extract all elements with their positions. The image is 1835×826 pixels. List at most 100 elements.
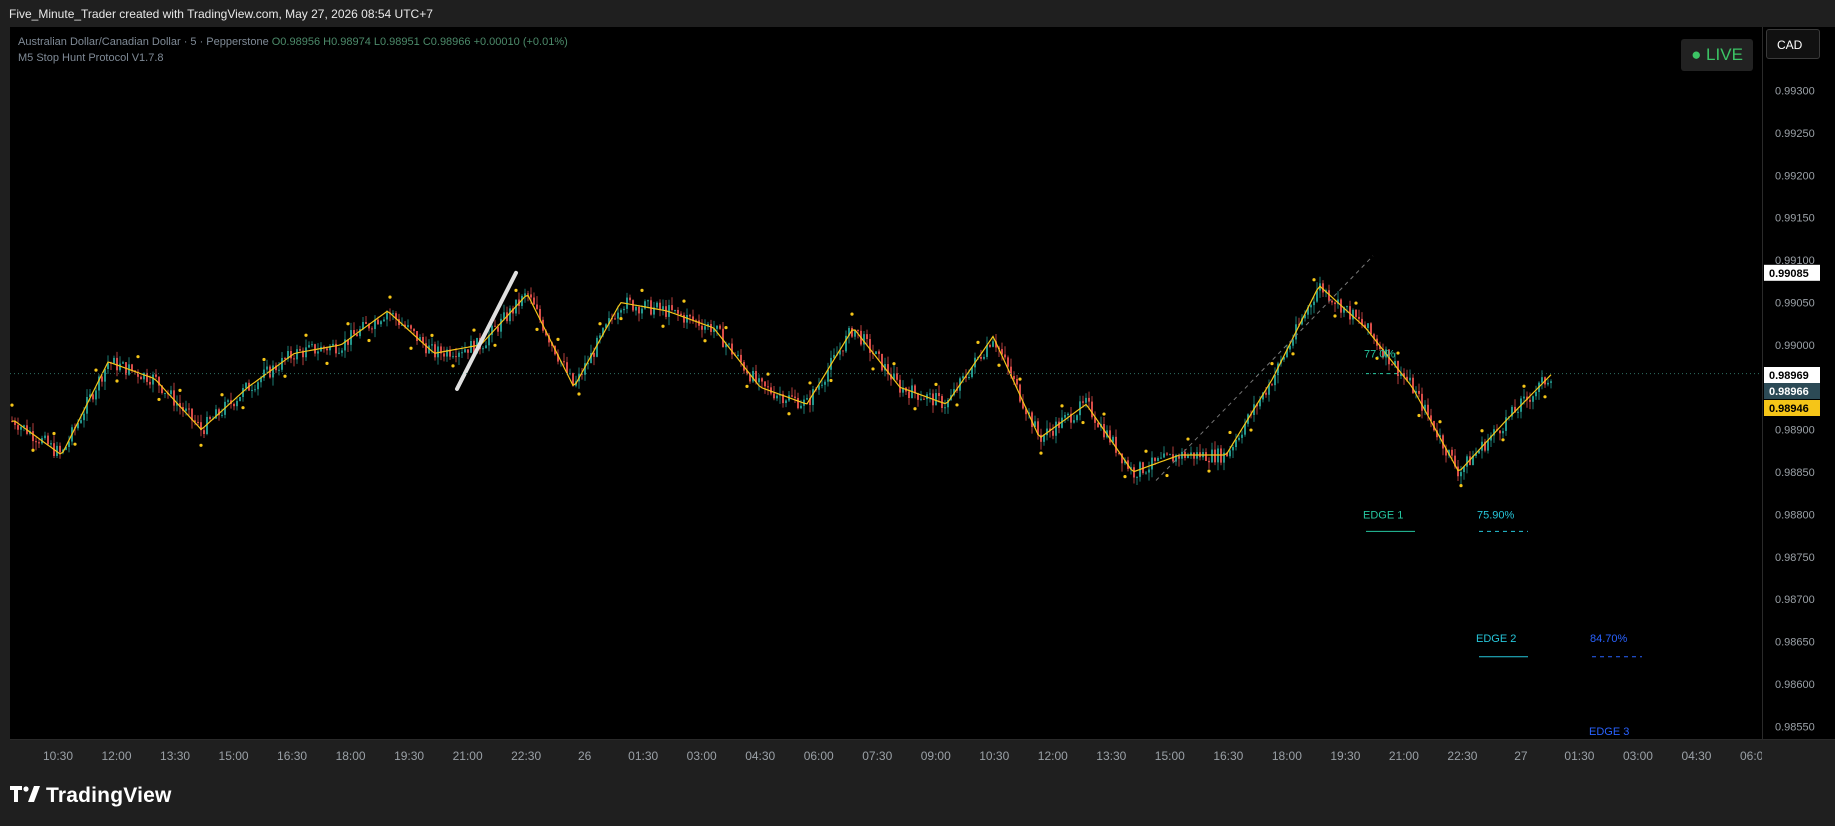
currency-button[interactable]: CAD <box>1766 29 1820 59</box>
signal-marker <box>1543 395 1547 399</box>
candle-body <box>1355 309 1357 317</box>
candle-body <box>620 310 622 313</box>
signal-marker <box>829 378 833 383</box>
candle-body <box>935 393 937 406</box>
candle-body <box>311 344 313 346</box>
tradingview-logo[interactable]: TradingView <box>10 784 172 808</box>
candle-body <box>761 378 763 382</box>
candle-body <box>530 294 532 298</box>
signal-marker <box>199 443 203 447</box>
price-tick-label: 0.98550 <box>1775 721 1815 733</box>
candle-body <box>968 377 970 379</box>
candle-body <box>677 309 679 314</box>
time-tick-label: 01:30 <box>1564 749 1594 763</box>
time-tick-label: 10:30 <box>43 749 73 763</box>
signal-marker <box>1501 438 1505 442</box>
indicator-name[interactable]: M5 Stop Hunt Protocol V1.7.8 <box>18 50 568 66</box>
candle-body <box>896 373 898 380</box>
candle-body <box>44 435 46 439</box>
candle-body <box>338 352 340 354</box>
candle-body <box>1088 397 1090 402</box>
candle-body <box>1235 439 1237 448</box>
price-chart[interactable]: EDGE 1 75.90% EDGE 2 84.70% EDGE 3 77.0% <box>10 27 1762 739</box>
candle-body <box>1211 449 1213 463</box>
signal-marker <box>52 431 56 436</box>
candle-body <box>920 398 922 400</box>
time-tick-label: 15:00 <box>219 749 249 763</box>
candle-body <box>842 350 844 352</box>
candle-body <box>1451 449 1453 456</box>
candle-body <box>1145 472 1147 474</box>
chart-pane[interactable]: EDGE 1 75.90% EDGE 2 84.70% EDGE 3 77.0% <box>10 27 1762 739</box>
signal-marker <box>472 328 476 332</box>
candle-body <box>32 431 34 442</box>
price-axis[interactable]: 0.993500.993000.992500.992000.991500.991… <box>1762 27 1835 739</box>
candle-body <box>1238 437 1240 440</box>
signal-marker <box>1333 314 1337 318</box>
time-tick-label: 16:30 <box>1213 749 1243 763</box>
time-tick-label: 13:30 <box>1096 749 1126 763</box>
candle-body <box>317 351 319 354</box>
time-tick-label: 27 <box>1514 749 1528 763</box>
price-tick-label: 0.99200 <box>1775 170 1815 182</box>
signal-marker <box>1291 352 1295 356</box>
candle-body <box>1529 399 1531 402</box>
signal-marker <box>94 368 98 372</box>
signal-marker <box>1207 469 1211 473</box>
candle-body <box>671 305 673 311</box>
candle-body <box>467 349 469 353</box>
edge-1-label: EDGE 1 <box>1363 509 1403 521</box>
candle-body <box>122 362 124 364</box>
signal-marker <box>955 403 959 407</box>
time-tick-label: 06:00 <box>804 749 834 763</box>
candle-body <box>1367 323 1369 329</box>
candle-body <box>443 353 445 357</box>
dashed-projection-line[interactable] <box>1155 255 1374 481</box>
candle-body <box>293 358 295 360</box>
candle-body <box>365 322 367 324</box>
candle-body <box>485 345 487 349</box>
price-tick-label: 0.98600 <box>1775 679 1815 691</box>
candle-body <box>704 326 706 330</box>
candle-body <box>173 390 175 406</box>
candle-body <box>1346 306 1348 308</box>
signal-marker <box>871 367 875 371</box>
candle-body <box>383 319 385 322</box>
time-axis[interactable]: 10:30 12:00 13:30 15:00 16:30 18:00 19:30 21:00… <box>10 740 1762 770</box>
candle-body <box>1166 453 1168 455</box>
price-tick-label: 0.98700 <box>1775 594 1815 606</box>
time-tick-label: 06:00 <box>1740 749 1762 763</box>
candle-body <box>1016 378 1018 385</box>
tradingview-logo-icon <box>10 784 40 808</box>
time-tick-label: 26 <box>578 749 592 763</box>
caption-text: Five_Minute_Trader created with TradingV… <box>9 7 433 21</box>
signal-marker <box>1438 420 1442 424</box>
candle-body <box>155 374 157 377</box>
candle-body <box>824 381 826 385</box>
candle-body <box>257 382 259 390</box>
candle-body <box>1157 458 1159 461</box>
time-tick-label: 03:00 <box>687 749 717 763</box>
signal-marker <box>913 407 917 411</box>
time-tick-label: 13:30 <box>160 749 190 763</box>
candle-body <box>143 372 145 380</box>
candle-body <box>83 413 85 421</box>
candle-body <box>1352 309 1354 320</box>
candle-body <box>434 344 436 358</box>
candle-body <box>980 356 982 359</box>
trendline-drawing[interactable] <box>455 270 518 391</box>
candle-body <box>614 318 616 320</box>
candle-body <box>164 392 166 394</box>
signal-marker <box>1060 404 1064 408</box>
candle-body <box>683 314 685 323</box>
signal-marker <box>157 397 161 402</box>
candle-body <box>281 357 283 370</box>
candle-body <box>500 318 502 332</box>
candle-body <box>1370 323 1372 335</box>
time-tick-label: 21:00 <box>1389 749 1419 763</box>
candle-body <box>413 328 415 332</box>
signal-marker <box>10 403 14 407</box>
price-label-text: 0.98966 <box>1769 386 1809 398</box>
retrace-percent-label: 77.0% <box>1364 348 1395 360</box>
signal-marker <box>31 448 35 452</box>
